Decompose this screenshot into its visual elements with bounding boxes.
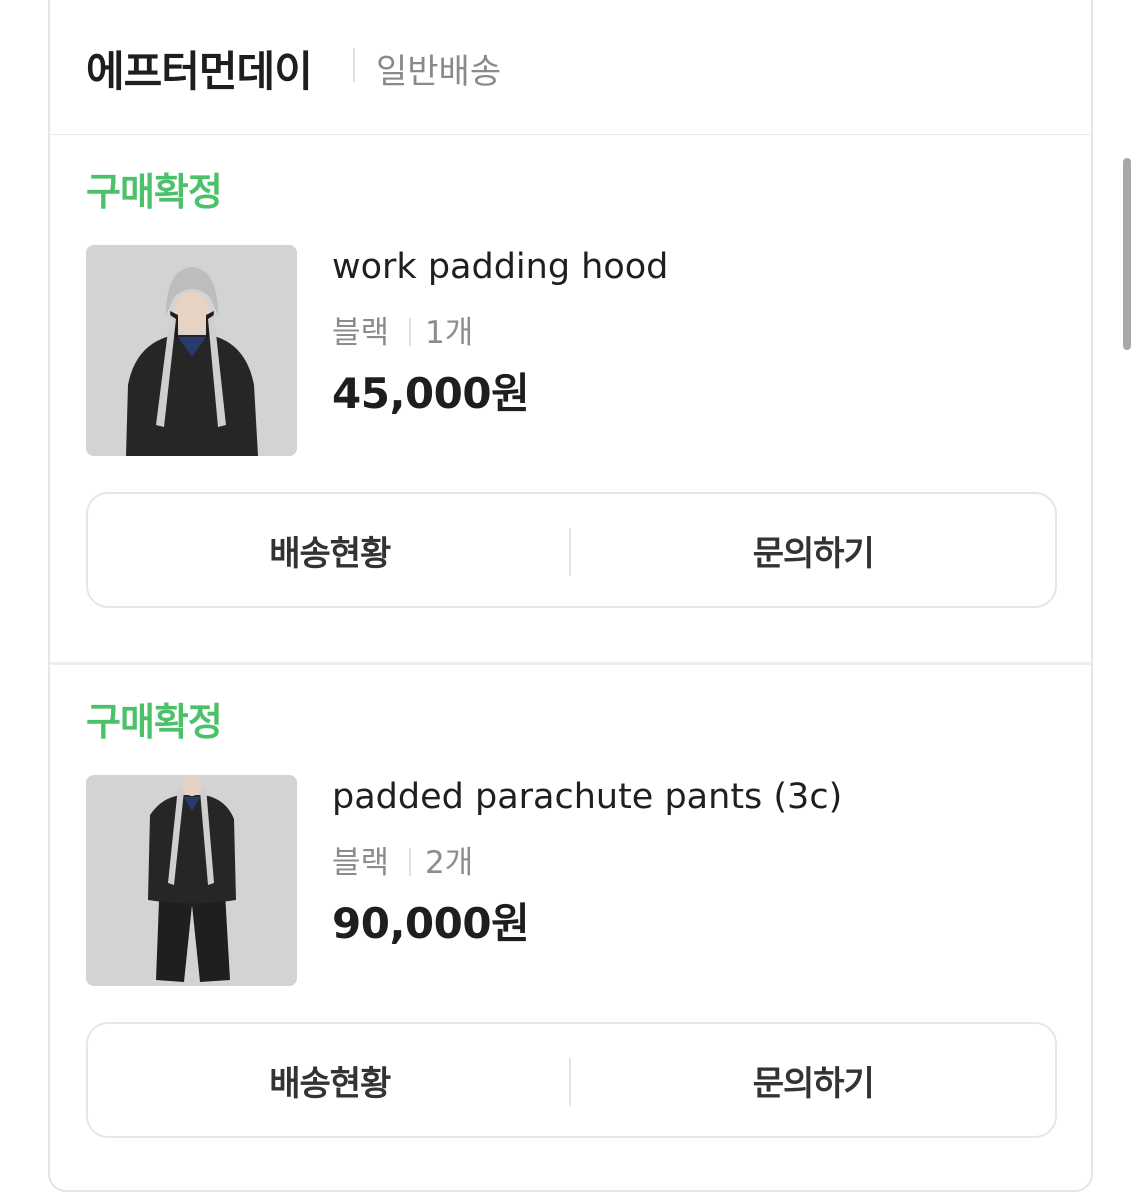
scrollbar[interactable] [1123, 158, 1131, 350]
product-thumbnail[interactable] [86, 245, 297, 456]
product-option-color: 블랙 [332, 845, 390, 881]
product-photo-hood [86, 245, 297, 456]
product-photo-pants [86, 775, 297, 986]
seller-name[interactable]: 에프터먼데이 [86, 38, 313, 99]
seller-header: 에프터먼데이 일반배송 [50, 0, 1091, 135]
product-quantity: 1개 [425, 315, 474, 351]
option-divider [409, 318, 412, 346]
order-actions: 배송현황 문의하기 [86, 492, 1057, 608]
order-status: 구매확정 [86, 170, 223, 214]
order-card: 에프터먼데이 일반배송 구매확정 work padding hood 블랙 1개… [48, 0, 1093, 1192]
order-item: 구매확정 padded parachute pants (3c) 블랙 2개 90… [50, 665, 1091, 1190]
inquiry-button[interactable]: 문의하기 [572, 1024, 1056, 1136]
product-name[interactable]: work padding hood [332, 247, 668, 287]
delivery-status-button[interactable]: 배송현황 [88, 1024, 572, 1136]
delivery-status-button[interactable]: 배송현황 [88, 494, 572, 606]
product-options: 블랙 1개 [332, 307, 473, 352]
order-status: 구매확정 [86, 700, 223, 744]
product-option-color: 블랙 [332, 315, 390, 351]
product-price: 90,000원 [332, 899, 530, 948]
product-options: 블랙 2개 [332, 837, 473, 882]
order-item: 구매확정 work padding hood 블랙 1개 45,000원 배송현… [50, 135, 1091, 665]
inquiry-button[interactable]: 문의하기 [572, 494, 1056, 606]
header-divider [353, 48, 355, 82]
order-actions: 배송현황 문의하기 [86, 1022, 1057, 1138]
option-divider [409, 848, 412, 876]
product-thumbnail[interactable] [86, 775, 297, 986]
product-price: 45,000원 [332, 369, 530, 418]
shipping-type: 일반배송 [376, 52, 502, 92]
product-quantity: 2개 [425, 845, 474, 881]
product-name[interactable]: padded parachute pants (3c) [332, 777, 842, 817]
